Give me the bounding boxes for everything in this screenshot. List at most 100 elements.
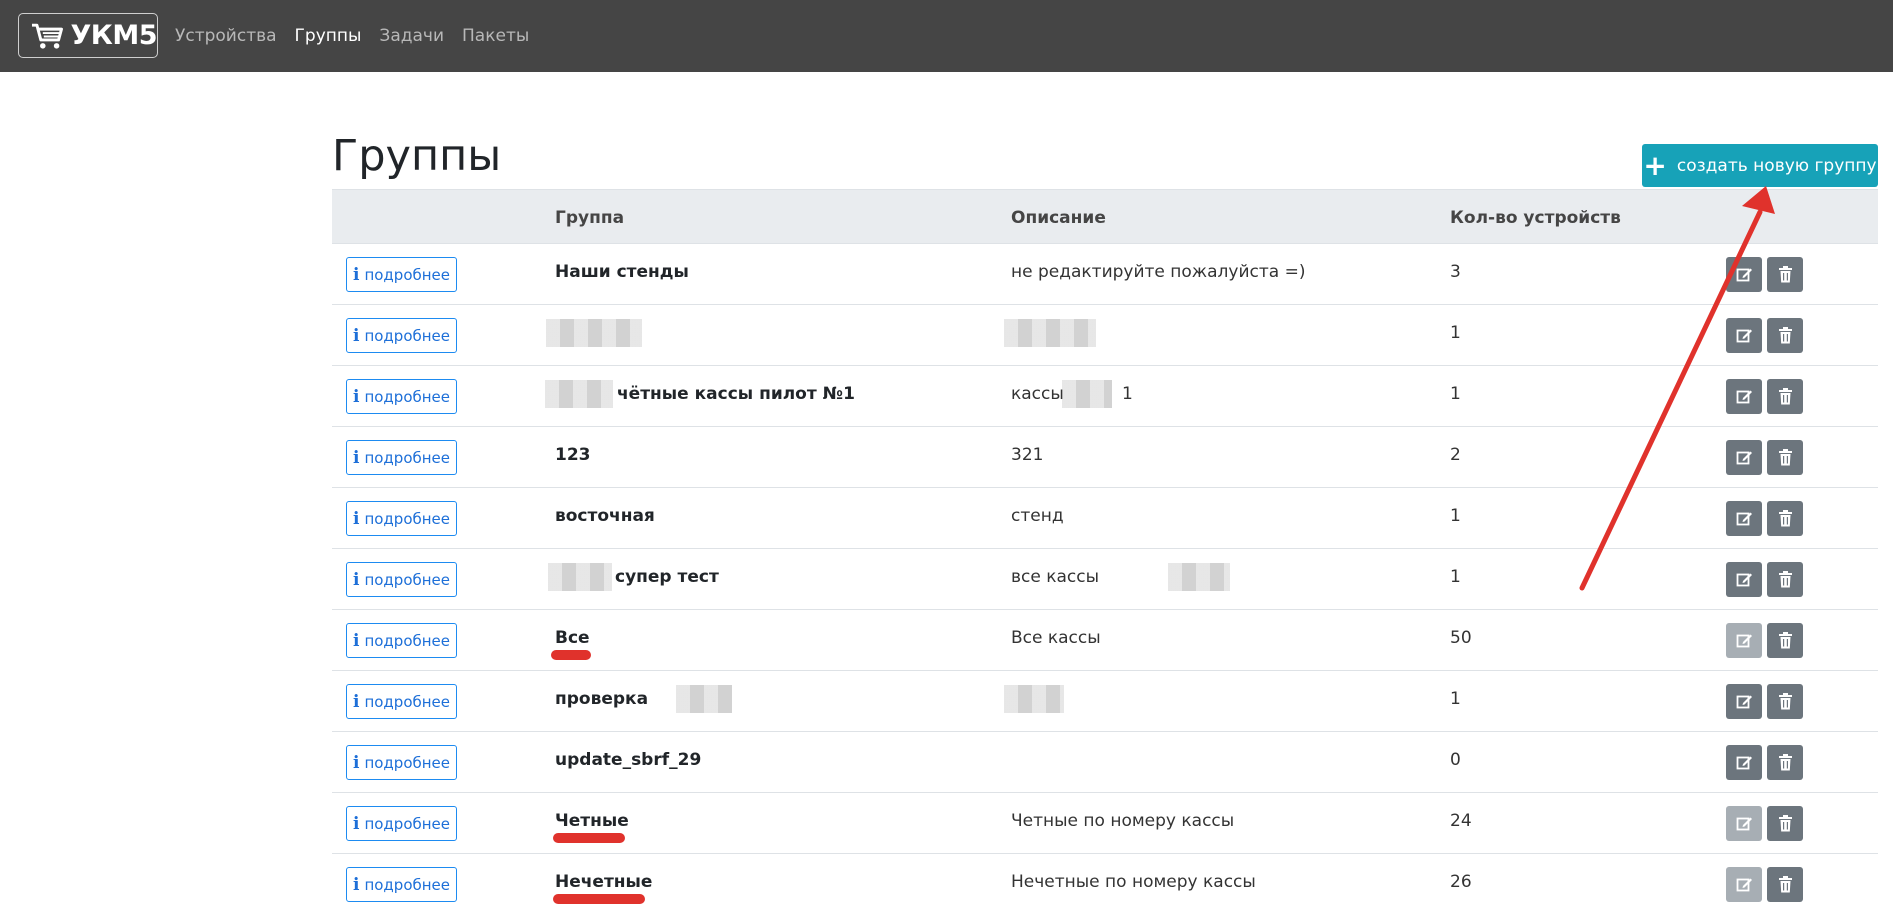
trash-icon bbox=[1778, 449, 1793, 466]
redacted-block bbox=[1004, 685, 1064, 713]
edit-button[interactable] bbox=[1726, 684, 1762, 719]
edit-button[interactable] bbox=[1726, 623, 1762, 658]
trash-icon bbox=[1778, 693, 1793, 710]
table-row: i подробнее восточная стенд 1 bbox=[332, 488, 1878, 549]
edit-icon bbox=[1736, 571, 1753, 588]
redacted-block bbox=[548, 563, 612, 591]
delete-button[interactable] bbox=[1767, 318, 1803, 353]
group-name: проверка bbox=[555, 689, 649, 709]
table-row: i подробнее Нечетные Нечетные по номеру кас… bbox=[332, 854, 1878, 910]
device-count: 1 bbox=[1450, 567, 1461, 587]
create-group-label: создать новую группу bbox=[1676, 155, 1877, 176]
details-label: подробнее bbox=[364, 509, 451, 528]
details-button[interactable]: i подробнее bbox=[346, 257, 457, 292]
group-name: update_sbrf_29 bbox=[555, 750, 702, 770]
details-button[interactable]: i подробнее bbox=[346, 623, 457, 658]
table-header: Группа Описание Кол-во устройств bbox=[332, 189, 1878, 244]
details-button[interactable]: i подробнее bbox=[346, 318, 457, 353]
group-name: супер тест bbox=[615, 567, 719, 587]
device-count: 50 bbox=[1450, 628, 1472, 648]
details-button[interactable]: i подробнее bbox=[346, 501, 457, 536]
table-row: i подробнее чётные кассы пилот №1 кассы 1 1 bbox=[332, 366, 1878, 427]
trash-icon bbox=[1778, 388, 1793, 405]
details-button[interactable]: i подробнее bbox=[346, 867, 457, 902]
table-row: i подробнее супер тест все кассы 1 bbox=[332, 549, 1878, 610]
table-row: i подробнее 123 321 2 bbox=[332, 427, 1878, 488]
details-label: подробнее bbox=[364, 326, 451, 345]
details-button[interactable]: i подробнее bbox=[346, 562, 457, 597]
details-button[interactable]: i подробнее bbox=[346, 806, 457, 841]
edit-icon bbox=[1736, 815, 1753, 832]
details-label: подробнее bbox=[364, 265, 451, 284]
device-count: 24 bbox=[1450, 811, 1472, 831]
delete-button[interactable] bbox=[1767, 440, 1803, 475]
edit-button[interactable] bbox=[1726, 867, 1762, 902]
group-description: Все кассы bbox=[1011, 628, 1101, 648]
edit-icon bbox=[1736, 449, 1753, 466]
edit-button[interactable] bbox=[1726, 379, 1762, 414]
info-icon: i bbox=[352, 264, 360, 285]
device-count: 1 bbox=[1450, 384, 1461, 404]
info-icon: i bbox=[352, 630, 360, 651]
details-label: подробнее bbox=[364, 570, 451, 589]
group-description: все кассы bbox=[1011, 567, 1100, 587]
delete-button[interactable] bbox=[1767, 257, 1803, 292]
annotation-underline bbox=[551, 650, 591, 660]
delete-button[interactable] bbox=[1767, 684, 1803, 719]
nav-tasks[interactable]: Задачи bbox=[379, 25, 444, 47]
details-button[interactable]: i подробнее bbox=[346, 379, 457, 414]
table-row: i подробнее Четные Четные по номеру кассы 24 bbox=[332, 793, 1878, 854]
edit-button[interactable] bbox=[1726, 501, 1762, 536]
delete-button[interactable] bbox=[1767, 379, 1803, 414]
nav-devices[interactable]: Устройства bbox=[175, 25, 277, 47]
group-name: Наши стенды bbox=[555, 262, 689, 282]
delete-button[interactable] bbox=[1767, 623, 1803, 658]
group-name: Четные bbox=[555, 811, 629, 831]
details-button[interactable]: i подробнее bbox=[346, 440, 457, 475]
delete-button[interactable] bbox=[1767, 867, 1803, 902]
group-description-suffix: 1 bbox=[1122, 384, 1133, 404]
brand-logo[interactable]: УКМ5 bbox=[18, 13, 158, 58]
groups-table: Группа Описание Кол-во устройств i подроб… bbox=[332, 189, 1878, 910]
delete-button[interactable] bbox=[1767, 562, 1803, 597]
info-icon: i bbox=[352, 325, 360, 346]
edit-button[interactable] bbox=[1726, 562, 1762, 597]
navbar: УКМ5 Устройства Группы Задачи Пакеты bbox=[0, 0, 1893, 72]
main-nav: Устройства Группы Задачи Пакеты bbox=[175, 25, 547, 47]
info-icon: i bbox=[352, 447, 360, 468]
nav-groups[interactable]: Группы bbox=[295, 25, 362, 47]
edit-icon bbox=[1736, 693, 1753, 710]
table-row: i подробнее 1 bbox=[332, 305, 1878, 366]
details-label: подробнее bbox=[364, 387, 451, 406]
edit-button[interactable] bbox=[1726, 318, 1762, 353]
details-label: подробнее bbox=[364, 875, 451, 894]
create-group-button[interactable]: + создать новую группу bbox=[1642, 144, 1878, 187]
group-name: Нечетные bbox=[555, 872, 653, 892]
delete-button[interactable] bbox=[1767, 745, 1803, 780]
edit-button[interactable] bbox=[1726, 440, 1762, 475]
column-header-device-count: Кол-во устройств bbox=[1450, 208, 1621, 228]
details-button[interactable]: i подробнее bbox=[346, 684, 457, 719]
edit-button[interactable] bbox=[1726, 745, 1762, 780]
edit-icon bbox=[1736, 327, 1753, 344]
edit-icon bbox=[1736, 876, 1753, 893]
delete-button[interactable] bbox=[1767, 806, 1803, 841]
info-icon: i bbox=[352, 752, 360, 773]
device-count: 1 bbox=[1450, 323, 1461, 343]
info-icon: i bbox=[352, 813, 360, 834]
details-label: подробнее bbox=[364, 814, 451, 833]
nav-packages[interactable]: Пакеты bbox=[462, 25, 529, 47]
edit-button[interactable] bbox=[1726, 806, 1762, 841]
annotation-underline bbox=[553, 894, 645, 904]
table-row: i подробнее Все Все кассы 50 bbox=[332, 610, 1878, 671]
group-description: стенд bbox=[1011, 506, 1064, 526]
group-name: 123 bbox=[555, 445, 591, 465]
edit-button[interactable] bbox=[1726, 257, 1762, 292]
device-count: 1 bbox=[1450, 506, 1461, 526]
delete-button[interactable] bbox=[1767, 501, 1803, 536]
trash-icon bbox=[1778, 876, 1793, 893]
details-button[interactable]: i подробнее bbox=[346, 745, 457, 780]
trash-icon bbox=[1778, 327, 1793, 344]
trash-icon bbox=[1778, 632, 1793, 649]
redacted-block bbox=[676, 685, 732, 713]
